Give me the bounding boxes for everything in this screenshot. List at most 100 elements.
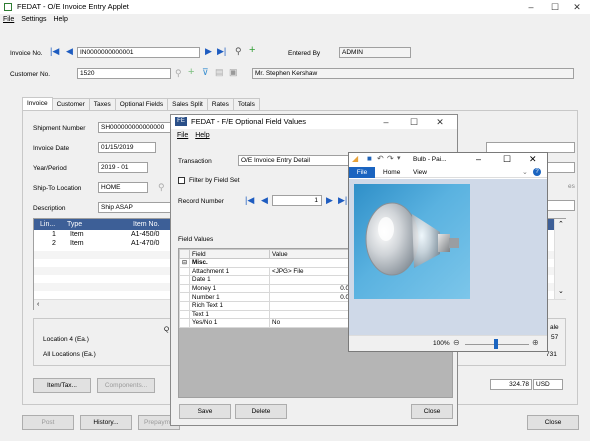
zoom-in-icon[interactable]: ⊕ (532, 338, 539, 347)
ship-to-field[interactable]: HOME (98, 182, 148, 193)
save-button[interactable]: Save (179, 404, 231, 419)
fv-group-row[interactable]: ⊟ Misc. (178, 258, 359, 268)
paint-save-icon[interactable]: ■ (367, 154, 372, 163)
transaction-field[interactable]: O/E Invoice Entry Detail (238, 155, 358, 166)
optional-menu-help[interactable]: Help (195, 132, 209, 139)
ship-to-label: Ship-To Location (33, 185, 82, 192)
paint-minimize-icon[interactable]: – (476, 154, 481, 164)
paint-title-bar[interactable]: ◢ ■ ↶ ↷ ▾ Bulb - Pai... – ☐ ✕ (349, 153, 547, 167)
paint-tab-view[interactable]: View (413, 169, 427, 176)
filter-checkbox[interactable] (178, 177, 185, 184)
main-title-bar[interactable]: FEDAT - O/E Invoice Entry Applet – ☐ ✕ (0, 0, 590, 14)
customer-no-field[interactable]: 1520 (77, 68, 171, 79)
paint-maximize-icon[interactable]: ☐ (503, 154, 511, 165)
tab-invoice[interactable]: Invoice (22, 97, 53, 110)
paint-undo-icon[interactable]: ↶ (377, 154, 384, 163)
ship-to-search-icon[interactable]: ⚲ (158, 182, 165, 192)
menu-file[interactable]: File (3, 16, 14, 23)
menu-help[interactable]: Help (53, 16, 67, 23)
record-next-icon[interactable]: ▶ (326, 195, 333, 205)
zoom-level: 100% (433, 340, 450, 347)
grid-vscrollbar[interactable]: ⌃ ⌄ (554, 219, 566, 299)
scroll-up-icon[interactable]: ⌃ (558, 220, 564, 228)
fv-value[interactable] (269, 275, 359, 285)
fv-field: Yes/No 1 (189, 318, 271, 328)
optional-minimize-icon[interactable]: – (375, 115, 397, 129)
fv-row[interactable]: Money 10.000 (178, 283, 359, 294)
help-icon[interactable]: ? (533, 168, 541, 176)
fv-row[interactable]: Yes/No 1 No (178, 318, 359, 328)
row-line: 2 (52, 240, 56, 247)
field-values-label: Field Values (178, 236, 214, 243)
q-label: Q (164, 326, 170, 333)
last-record-icon[interactable]: ▶| (217, 46, 226, 56)
optional-maximize-icon[interactable]: ☐ (403, 115, 425, 129)
prev-record-icon[interactable]: ◀ (66, 46, 73, 56)
fv-value[interactable] (269, 300, 359, 311)
fv-row[interactable]: Number 10.000 (178, 292, 359, 302)
fv-row[interactable]: Attachment 1 <JPG> File (178, 266, 359, 277)
invoice-no-field[interactable]: IN0000000000001 (77, 47, 200, 58)
paint-tab-file[interactable]: File (349, 167, 375, 178)
collapse-icon[interactable]: ⊟ (178, 258, 191, 268)
close-icon[interactable]: ✕ (566, 0, 588, 14)
grid-header-line[interactable]: Lin... (40, 221, 55, 228)
search-icon[interactable]: ⚲ (235, 46, 242, 56)
paint-close-icon[interactable]: ✕ (529, 154, 537, 165)
optional-menu-file[interactable]: File (177, 132, 188, 139)
paint-tab-home[interactable]: Home (383, 169, 400, 176)
customer-doc-icon[interactable]: ▣ (229, 67, 238, 77)
history-button[interactable]: History... (80, 415, 132, 430)
fv-value[interactable]: No (269, 318, 359, 328)
customer-search-icon[interactable]: ⚲ (175, 68, 182, 78)
bulb-image[interactable] (354, 184, 470, 299)
delete-button[interactable]: Delete (235, 404, 287, 419)
ribbon-collapse-icon[interactable]: ⌄ (522, 168, 528, 176)
scroll-left-icon[interactable]: ‹ (37, 301, 39, 308)
next-record-icon[interactable]: ▶ (205, 46, 212, 56)
zoom-slider-thumb[interactable] (494, 339, 498, 349)
optional-close-icon[interactable]: ✕ (429, 115, 451, 129)
description-field[interactable]: Ship ASAP (98, 202, 178, 213)
scroll-down-icon[interactable]: ⌄ (558, 287, 564, 295)
fv-header-field[interactable]: Field (189, 249, 271, 259)
fv-header-value[interactable]: Value (269, 249, 359, 259)
customer-note-icon[interactable]: ▤ (215, 67, 224, 77)
minimize-icon[interactable]: – (520, 0, 542, 14)
invoice-date-label: Invoice Date (33, 145, 70, 152)
fv-row[interactable]: Text 1 (178, 309, 359, 320)
main-title: FEDAT - O/E Invoice Entry Applet (17, 2, 129, 11)
grid-header-item[interactable]: Item No. (133, 221, 159, 228)
fv-value[interactable] (269, 309, 359, 320)
record-prev-icon[interactable]: ◀ (261, 195, 268, 205)
optional-close-button[interactable]: Close (411, 404, 453, 419)
customer-add-icon[interactable]: + (188, 67, 194, 78)
item-tax-button[interactable]: Item/Tax... (33, 378, 91, 393)
main-close-button[interactable]: Close (527, 415, 579, 430)
paint-redo-icon[interactable]: ↷ (387, 154, 394, 163)
fv-header-expander (178, 249, 191, 259)
record-first-icon[interactable]: |◀ (245, 195, 254, 205)
record-last-icon[interactable]: ▶| (338, 195, 347, 205)
fv-value[interactable]: 0.000 (269, 283, 359, 294)
paint-qat-dropdown-icon[interactable]: ▾ (397, 154, 401, 162)
year-period-field[interactable]: 2019 - 01 (98, 162, 148, 173)
post-button[interactable]: Post (22, 415, 74, 430)
fv-value[interactable]: 0.000 (269, 292, 359, 302)
maximize-icon[interactable]: ☐ (544, 0, 566, 14)
invoice-date-field[interactable]: 01/15/2019 (98, 142, 156, 153)
record-number-field[interactable]: 1 (272, 195, 322, 206)
zoom-out-icon[interactable]: ⊖ (453, 338, 460, 347)
grid-header-type[interactable]: Type (67, 221, 82, 228)
shipment-number-field[interactable]: SH000000000000000 (98, 122, 178, 133)
optional-title-bar[interactable]: FE FEDAT - F/E Optional Field Values – ☐… (171, 115, 457, 129)
customer-filter-icon[interactable]: ⊽ (202, 67, 209, 77)
fv-value[interactable]: <JPG> File (269, 266, 359, 277)
fv-row[interactable]: Rich Text 1 (178, 300, 359, 311)
components-button[interactable]: Components... (97, 378, 155, 393)
add-icon[interactable]: + (249, 45, 255, 56)
first-record-icon[interactable]: |◀ (50, 46, 59, 56)
fv-row[interactable]: Date 1 (178, 275, 359, 285)
row-item: A1-450/0 (131, 231, 160, 238)
menu-settings[interactable]: Settings (21, 16, 46, 23)
